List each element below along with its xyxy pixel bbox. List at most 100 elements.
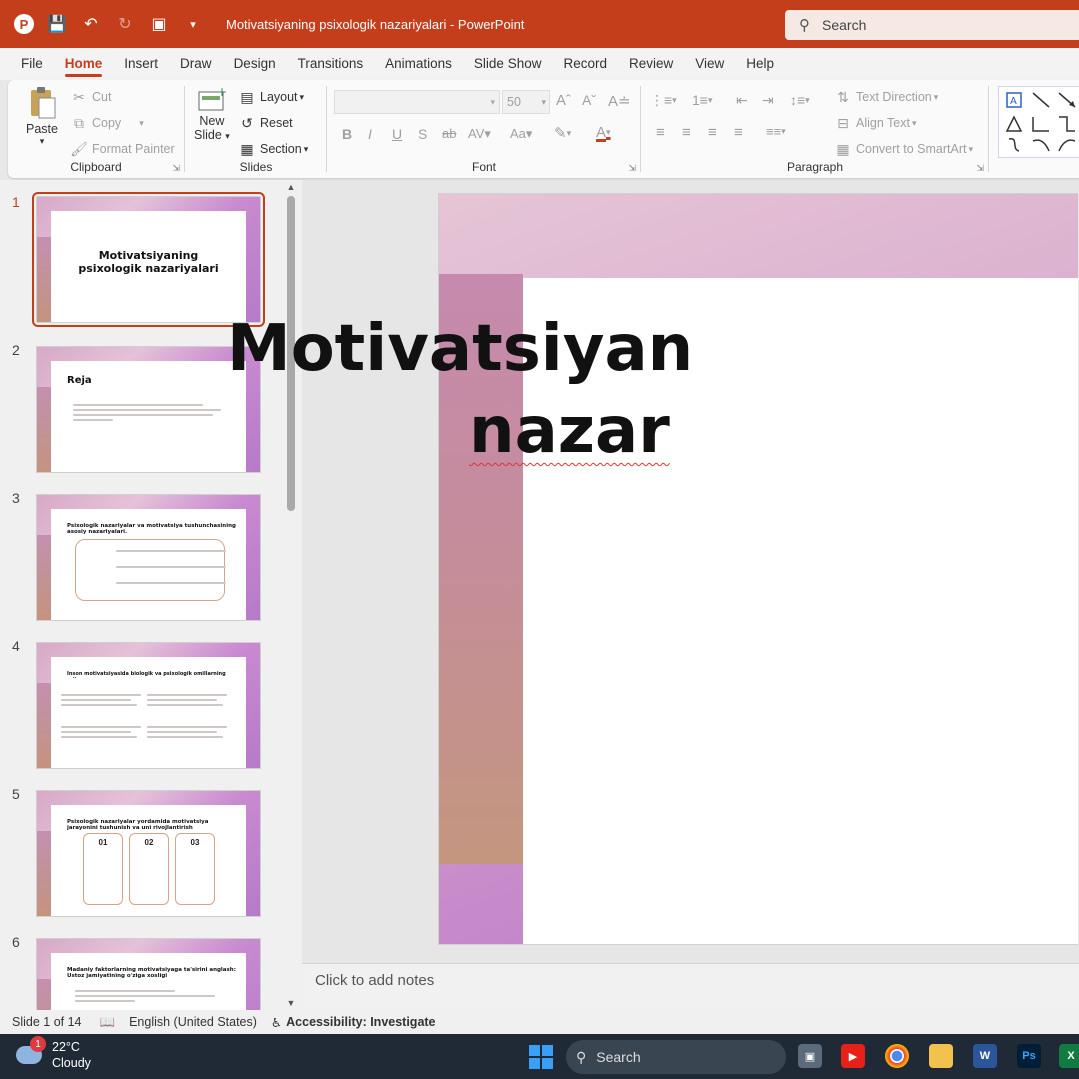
tab-home[interactable]: Home bbox=[54, 48, 114, 80]
decrease-indent-icon[interactable]: ⇤ bbox=[736, 92, 748, 109]
clipboard-group: Paste ▾ ✂ Cut ⧉ Copy ▾ 🖌 Format Painter Clip… bbox=[8, 80, 184, 178]
columns-icon[interactable]: ≡≡ ▾ bbox=[766, 124, 786, 139]
tab-view[interactable]: View bbox=[684, 48, 735, 80]
decrease-font-icon[interactable]: Aˇ bbox=[582, 92, 596, 108]
slide-thumbnail-3[interactable]: Psixologik nazariyalar va motivatsiya tu… bbox=[36, 494, 261, 621]
task-view-icon[interactable]: ▣ bbox=[798, 1044, 822, 1068]
slide-thumbnail-4[interactable]: Inson motivatsiyasida biologik va psixol… bbox=[36, 642, 261, 769]
font-name-combo[interactable]: ▾ bbox=[334, 90, 500, 114]
thumb-block bbox=[147, 723, 231, 741]
chrome-icon[interactable] bbox=[885, 1044, 909, 1068]
shadow-icon[interactable]: S bbox=[418, 126, 427, 142]
excel-icon[interactable]: X bbox=[1059, 1044, 1079, 1068]
thumb-accent-bar bbox=[37, 979, 51, 1010]
ribbon: Paste ▾ ✂ Cut ⧉ Copy ▾ 🖌 Format Painter Clip… bbox=[8, 80, 1079, 178]
bold-icon[interactable]: B bbox=[342, 126, 352, 142]
paste-dropdown-icon[interactable]: ▾ bbox=[40, 136, 45, 147]
align-text-icon: ⊟ bbox=[837, 114, 849, 131]
tab-help[interactable]: Help bbox=[735, 48, 785, 80]
word-icon[interactable]: W bbox=[973, 1044, 997, 1068]
save-icon[interactable]: 💾 bbox=[46, 13, 68, 35]
paragraph-launcher-icon[interactable]: ⇲ bbox=[976, 163, 984, 174]
align-text-label: Align Text bbox=[856, 116, 910, 130]
file-explorer-icon[interactable] bbox=[929, 1044, 953, 1068]
search-box[interactable]: ⚲ Search bbox=[785, 10, 1079, 40]
convert-smartart-button[interactable]: ▦ Convert to SmartArt ▾ bbox=[834, 140, 973, 158]
weather-widget[interactable]: 1 22°C Cloudy bbox=[16, 1036, 91, 1071]
copy-button[interactable]: ⧉ Copy ▾ bbox=[70, 114, 144, 132]
section-button[interactable]: ▦ Section ▾ bbox=[238, 140, 308, 158]
clipboard-launcher-icon[interactable]: ⇲ bbox=[172, 163, 180, 174]
slide-title[interactable]: Motivatsiyan nazar bbox=[227, 308, 927, 472]
spelling-check-icon[interactable]: 📖 bbox=[100, 1015, 116, 1030]
accessibility-status[interactable]: ♿ Accessibility: Investigate bbox=[271, 1015, 436, 1030]
numbering-icon[interactable]: 1≡ ▾ bbox=[692, 92, 713, 108]
paste-button[interactable]: Paste ▾ bbox=[26, 86, 58, 147]
justify-icon[interactable]: ≡ bbox=[734, 124, 743, 141]
strikethrough-icon[interactable]: ab bbox=[442, 126, 456, 141]
font-launcher-icon[interactable]: ⇲ bbox=[628, 163, 636, 174]
clear-formatting-icon[interactable]: A≐ bbox=[608, 92, 631, 110]
shapes-gallery-icons[interactable]: A bbox=[998, 86, 1079, 158]
underline-icon[interactable]: U bbox=[392, 126, 402, 142]
line-spacing-icon[interactable]: ↕≡ ▾ bbox=[790, 92, 810, 108]
taskbar-search[interactable]: ⚲ Search bbox=[566, 1040, 786, 1074]
layout-button[interactable]: ▤ Layout ▾ bbox=[238, 88, 304, 106]
slide-thumbnail-1[interactable]: Motivatsiyaning psixologik nazariyalari bbox=[32, 192, 265, 327]
highlight-icon[interactable]: ✎ ▾ bbox=[554, 124, 571, 142]
copy-icon: ⧉ bbox=[74, 114, 84, 131]
increase-font-icon[interactable]: Aˆ bbox=[556, 92, 571, 109]
tab-file[interactable]: File bbox=[10, 48, 54, 80]
thumbnail-scrollbar[interactable]: ▲ ▼ bbox=[285, 180, 297, 1010]
scroll-up-icon[interactable]: ▲ bbox=[285, 182, 297, 192]
font-color-icon[interactable]: A ▾ bbox=[596, 124, 611, 141]
change-case-icon[interactable]: Aa▾ bbox=[510, 126, 532, 142]
undo-icon[interactable]: ↶ bbox=[80, 13, 102, 35]
convert-smartart-label: Convert to SmartArt bbox=[856, 142, 967, 156]
tab-transitions[interactable]: Transitions bbox=[287, 48, 375, 80]
text-direction-button[interactable]: ⇅ Text Direction ▾ bbox=[834, 88, 938, 106]
customize-qat-icon[interactable]: ▾ bbox=[182, 13, 204, 35]
font-size-combo[interactable]: 50 ▾ bbox=[502, 90, 550, 114]
slide-counter: Slide 1 of 14 bbox=[12, 1015, 82, 1029]
weather-text: 22°C Cloudy bbox=[52, 1039, 91, 1071]
reset-button[interactable]: ↺ Reset bbox=[238, 114, 293, 132]
align-center-icon[interactable]: ≡ bbox=[682, 124, 691, 141]
card-number: 02 bbox=[144, 838, 154, 847]
notes-pane[interactable]: Click to add notes bbox=[302, 963, 1079, 1010]
slide-thumbnail-6[interactable]: Madaniy faktorlarning motivatsiyaga ta's… bbox=[36, 938, 261, 1010]
italic-icon[interactable]: I bbox=[368, 126, 372, 142]
thumb-text-lines bbox=[73, 401, 223, 424]
layout-label: Layout bbox=[260, 90, 298, 104]
bullets-icon[interactable]: ⋮≡ ▾ bbox=[650, 92, 677, 109]
tab-insert[interactable]: Insert bbox=[113, 48, 169, 80]
tab-animations[interactable]: Animations bbox=[374, 48, 463, 80]
photoshop-icon[interactable]: Ps bbox=[1017, 1044, 1041, 1068]
thumb-title: Psixologik nazariyalar va motivatsiya tu… bbox=[67, 523, 236, 535]
tab-draw[interactable]: Draw bbox=[169, 48, 223, 80]
tab-design[interactable]: Design bbox=[223, 48, 287, 80]
format-painter-button[interactable]: 🖌 Format Painter bbox=[70, 140, 175, 158]
separator bbox=[988, 86, 989, 172]
paragraph-group: ⋮≡ ▾ 1≡ ▾ ⇤ ⇥ ↕≡ ▾ ⇅ Text Direction ▾ ⊟ Align … bbox=[642, 80, 988, 178]
presentation-icon[interactable]: ▣ bbox=[148, 13, 170, 35]
character-spacing-icon[interactable]: AV▾ bbox=[468, 126, 491, 142]
cut-button[interactable]: ✂ Cut bbox=[70, 88, 111, 106]
language-status[interactable]: English (United States) bbox=[129, 1015, 257, 1029]
windows-start-icon[interactable] bbox=[529, 1045, 553, 1069]
redo-icon[interactable]: ↻ bbox=[114, 13, 136, 35]
align-right-icon[interactable]: ≡ bbox=[708, 124, 717, 141]
increase-indent-icon[interactable]: ⇥ bbox=[762, 92, 774, 109]
tab-record[interactable]: Record bbox=[552, 48, 618, 80]
scroll-down-icon[interactable]: ▼ bbox=[285, 998, 297, 1008]
current-slide[interactable] bbox=[438, 193, 1079, 945]
tab-review[interactable]: Review bbox=[618, 48, 684, 80]
slide-thumbnail-5[interactable]: Psixologik nazariyalar yordamida motivat… bbox=[36, 790, 261, 917]
scissors-icon: ✂ bbox=[73, 88, 85, 105]
align-left-icon[interactable]: ≡ bbox=[656, 124, 665, 141]
thumb-content: Psixologik nazariyalar yordamida motivat… bbox=[51, 805, 246, 916]
align-text-button[interactable]: ⊟ Align Text ▾ bbox=[834, 114, 916, 132]
tab-slide-show[interactable]: Slide Show bbox=[463, 48, 553, 80]
youtube-icon[interactable]: ▶ bbox=[841, 1044, 865, 1068]
new-slide-button[interactable]: + New Slide ▾ bbox=[194, 86, 230, 142]
